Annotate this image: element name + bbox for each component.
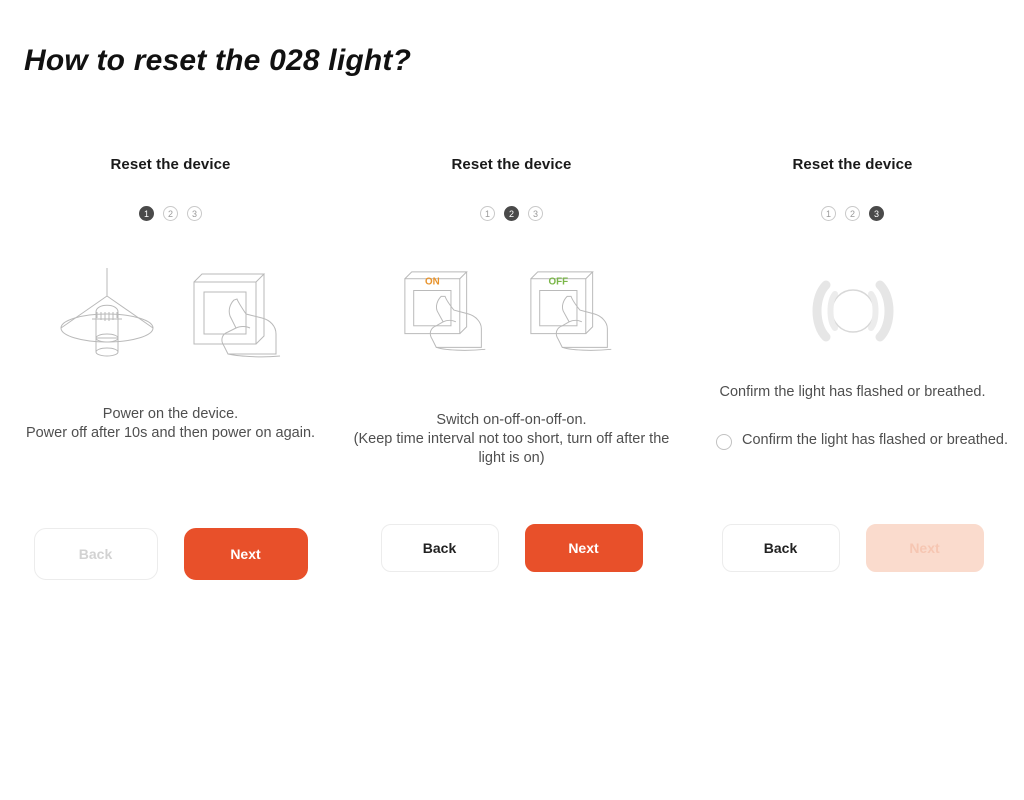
back-button-1[interactable]: Back bbox=[33, 528, 158, 580]
hand-press-switch-icon bbox=[193, 273, 280, 358]
reset-panel-step-3: Reset the device 1 2 3 Confirm the light… bbox=[682, 140, 1023, 600]
button-row-2: Back Next bbox=[341, 524, 682, 572]
switch-label-off: OFF bbox=[548, 277, 568, 288]
step-dot-3[interactable]: 3 bbox=[869, 206, 884, 221]
hand-press-switch-on-icon: ON bbox=[403, 271, 485, 351]
pendant-lamp-icon bbox=[60, 268, 153, 357]
caption-step-2: Switch on-off-on-off-on. (Keep time inte… bbox=[353, 412, 670, 466]
back-button-3[interactable]: Back bbox=[721, 524, 840, 572]
step-dot-2[interactable]: 2 bbox=[163, 206, 178, 221]
step-dot-1[interactable]: 1 bbox=[480, 206, 495, 221]
step-dot-3[interactable]: 3 bbox=[187, 206, 202, 221]
panel-title-1: Reset the device bbox=[110, 156, 231, 173]
illustration-step-1 bbox=[0, 255, 341, 375]
reset-steps-container: Reset the device 1 2 3 Power on the devi… bbox=[0, 140, 1024, 600]
step-dot-2[interactable]: 2 bbox=[504, 206, 519, 221]
step-dot-2[interactable]: 2 bbox=[845, 206, 860, 221]
next-button-3[interactable]: Next bbox=[865, 524, 984, 572]
confirm-radio-row[interactable]: Confirm the light has flashed or breathe… bbox=[682, 430, 1023, 450]
back-button-2[interactable]: Back bbox=[380, 524, 499, 572]
step-indicator-1: 1 2 3 bbox=[0, 206, 341, 221]
caption-step-3: Confirm the light has flashed or breathe… bbox=[719, 384, 986, 400]
panel-title-2: Reset the device bbox=[451, 156, 572, 173]
hand-press-switch-off-icon: OFF bbox=[529, 271, 611, 351]
step-dot-3[interactable]: 3 bbox=[528, 206, 543, 221]
blinking-light-icon bbox=[812, 280, 893, 342]
next-button-1[interactable]: Next bbox=[183, 528, 308, 580]
step-dot-1[interactable]: 1 bbox=[821, 206, 836, 221]
button-row-3: Back Next bbox=[682, 524, 1023, 572]
page-title: How to reset the 028 light? bbox=[24, 44, 412, 77]
next-button-2[interactable]: Next bbox=[524, 524, 643, 572]
step-dot-1[interactable]: 1 bbox=[139, 206, 154, 221]
switch-label-on: ON bbox=[424, 277, 439, 288]
step-indicator-3: 1 2 3 bbox=[682, 206, 1023, 221]
illustration-step-3 bbox=[682, 255, 1023, 375]
reset-panel-step-2: Reset the device 1 2 3 ON OFF Switch on-… bbox=[341, 140, 682, 600]
panel-title-3: Reset the device bbox=[792, 156, 913, 173]
confirm-radio-button[interactable] bbox=[716, 434, 732, 450]
illustration-step-2: ON OFF bbox=[341, 255, 682, 375]
button-row-1: Back Next bbox=[0, 528, 341, 580]
confirm-radio-label: Confirm the light has flashed or breathe… bbox=[742, 432, 1008, 448]
reset-panel-step-1: Reset the device 1 2 3 Power on the devi… bbox=[0, 140, 341, 600]
step-indicator-2: 1 2 3 bbox=[341, 206, 682, 221]
caption-step-1: Power on the device. Power off after 10s… bbox=[25, 406, 316, 441]
